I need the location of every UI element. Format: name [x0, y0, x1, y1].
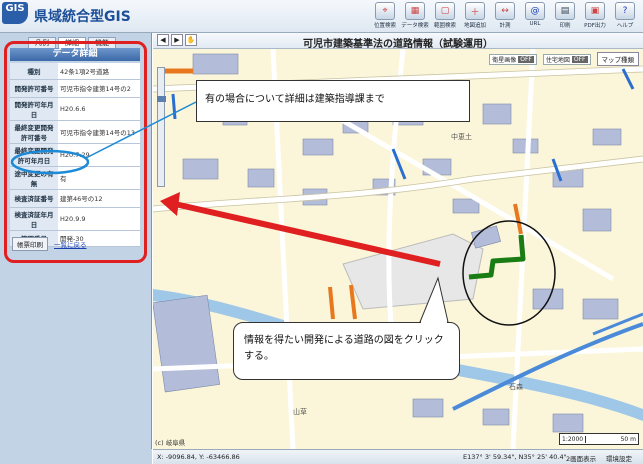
tool-label: PDF出力	[584, 23, 606, 29]
gis-logo-mark: GIS	[2, 2, 28, 24]
tool-label: 範囲検索	[433, 23, 456, 29]
app-title: 県域統合型GIS	[34, 9, 131, 25]
tab-detail[interactable]: 詳細	[58, 37, 86, 48]
table-row: 検査済証番号 建第46号の12	[10, 189, 140, 208]
table-row: 開発許可番号 可児市指令建第14号の2	[10, 79, 140, 98]
layer-bar: 衛星画像 OFF 住宅地図 OFF マップ種類	[489, 52, 639, 66]
back-to-list-link[interactable]: 一覧に戻る	[54, 239, 87, 249]
detail-value: H20.7.29	[58, 143, 140, 167]
tool-help[interactable]: ? ヘルプ	[611, 2, 639, 32]
detail-key: 最終変更開発許可年月日	[10, 143, 58, 167]
tool-data-search[interactable]: ▦ データ検索	[401, 2, 429, 32]
tool-label: 位置検索	[373, 23, 396, 29]
road-orange[interactable]	[328, 286, 335, 320]
panel-buttons: 帳票印刷 一覧に戻る	[12, 237, 87, 251]
zoom-knob[interactable]	[157, 96, 166, 102]
table-row: 途中変更の有無有	[10, 166, 140, 190]
tool-pdf[interactable]: ▣ PDF出力	[581, 2, 609, 32]
app-logo: GIS 県域統合型GIS	[2, 2, 142, 30]
tool-url[interactable]: @ URL	[521, 2, 549, 32]
layer-label: 衛星画像	[492, 56, 517, 64]
range-search-icon: ▢	[435, 2, 455, 20]
detail-value: 42条1項2号道路	[58, 63, 140, 80]
place-label: 中恵土	[451, 132, 472, 141]
tool-print[interactable]: ▤ 印刷	[551, 2, 579, 32]
report-print-button[interactable]: 帳票印刷	[12, 237, 48, 251]
highway	[452, 322, 643, 411]
scale-ratio: 1:2000	[560, 435, 587, 443]
tool-position-search[interactable]: ⌖ 位置検索	[371, 2, 399, 32]
detail-value: H20.9.9	[58, 207, 140, 231]
table-row: 最終変更開発許可年月日 H20.7.29	[10, 143, 140, 167]
layer-state: OFF	[518, 55, 534, 63]
zoom-slider[interactable]	[157, 67, 166, 187]
table-row: 最終変更開発許可番号 可児市指令建第14号の13	[10, 120, 140, 144]
table-row: 開発許可年月日 H20.6.6	[10, 97, 140, 121]
latlon-readout: E137° 3' 59.34", N35° 25' 40.4"	[463, 453, 567, 461]
detail-value: H20.6.6	[58, 97, 140, 121]
detail-key: 途中変更の有無	[10, 166, 58, 190]
map-copyright: (c) 岐阜県	[155, 439, 186, 447]
tool-range-search[interactable]: ▢ 範囲検索	[431, 2, 459, 32]
layer-housing-map[interactable]: 住宅地図 OFF	[542, 53, 591, 65]
tool-label: ヘルプ	[616, 23, 634, 29]
help-icon: ?	[615, 2, 635, 20]
map-header: ◀ ▶ ✋ 可児市建築基準法の道路情報（試験運用）	[153, 33, 643, 50]
tool-label: 地図追加	[463, 23, 486, 29]
status-left-filler	[0, 449, 152, 464]
tool-label: データ検索	[401, 23, 429, 29]
coordinate-readout: X: -9096.84, Y: -63466.86	[157, 453, 240, 461]
tool-map-add[interactable]: ＋ 地図追加	[461, 2, 489, 32]
tool-label: URL	[529, 21, 541, 27]
detail-value: 可児市指令建第14号の13	[58, 120, 140, 144]
tool-label: 計測	[499, 23, 511, 29]
dual-display-button[interactable]: 2画面表示	[566, 453, 596, 463]
detail-value: 可児市指令建第14号の2	[58, 79, 140, 98]
pdf-icon: ▣	[585, 2, 605, 20]
map-add-icon: ＋	[465, 2, 485, 20]
detail-value: 建第46号の12	[58, 189, 140, 208]
panel-title: データ詳細	[10, 48, 140, 61]
app-window: GIS 県域統合型GIS ⌖ 位置検索 ▦ データ検索 ▢ 範囲検索 ＋ 地図追加 ↔ 計…	[0, 0, 643, 464]
main-toolbar: ⌖ 位置検索 ▦ データ検索 ▢ 範囲検索 ＋ 地図追加 ↔ 計測 @ URL ▤ 印刷 ▣ P…	[371, 2, 639, 32]
url-icon: @	[525, 2, 545, 20]
tab-legend[interactable]: 凡例	[28, 37, 56, 48]
open-lot	[342, 233, 484, 310]
place-label: 山草	[293, 407, 307, 416]
road-blue[interactable]	[171, 93, 177, 120]
app-header: GIS 県域統合型GIS ⌖ 位置検索 ▦ データ検索 ▢ 範囲検索 ＋ 地図追加 ↔ 計…	[0, 0, 643, 33]
detail-key: 種別	[10, 63, 58, 80]
map-title: 可児市建築基準法の道路情報（試験運用）	[303, 39, 493, 50]
scale-bar: 50 m	[620, 435, 636, 443]
panel-tabs: 凡例 詳細 機能	[28, 37, 116, 48]
road-orange[interactable]	[513, 203, 523, 235]
callout-detail-note: 有の場合について詳細は建築指導課まで	[196, 80, 470, 122]
left-panel: 凡例 詳細 機能 データ詳細 種別 42条1項2号道路 開発許可番号 可児市指令建第…	[0, 33, 152, 464]
map-type-button[interactable]: マップ種類	[596, 52, 639, 66]
detail-table: 種別 42条1項2号道路 開発許可番号 可児市指令建第14号の2 開発許可年月日 H2…	[10, 63, 140, 247]
table-row: 種別 42条1項2号道路	[10, 63, 140, 80]
detail-value: 有	[58, 166, 140, 190]
callout-click-instruction: 情報を得たい開発による道路の図をクリックする。	[233, 322, 460, 380]
scale-indicator: 1:2000 50 m	[559, 433, 639, 445]
tab-function[interactable]: 機能	[88, 37, 116, 48]
detail-key: 開発許可年月日	[10, 97, 58, 121]
detail-key: 検査済証番号	[10, 189, 58, 208]
layer-label: 住宅地図	[545, 56, 570, 64]
status-bar: X: -9096.84, Y: -63466.86 E137° 3' 59.34…	[153, 449, 643, 464]
detail-key: 最終変更開発許可番号	[10, 120, 58, 144]
table-row: 検査済証年月日 H20.9.9	[10, 207, 140, 231]
position-search-icon: ⌖	[375, 2, 395, 20]
tool-measure[interactable]: ↔ 計測	[491, 2, 519, 32]
layer-satellite[interactable]: 衛星画像 OFF	[489, 53, 537, 65]
tool-label: 印刷	[559, 23, 571, 29]
detail-key: 検査済証年月日	[10, 207, 58, 231]
layer-state: OFF	[571, 55, 588, 63]
data-search-icon: ▦	[405, 2, 425, 20]
measure-icon: ↔	[495, 2, 515, 20]
detail-key: 開発許可番号	[10, 79, 58, 98]
settings-button[interactable]: 環境設定	[606, 453, 632, 463]
print-icon: ▤	[555, 2, 575, 20]
place-label: 石森	[509, 382, 523, 391]
